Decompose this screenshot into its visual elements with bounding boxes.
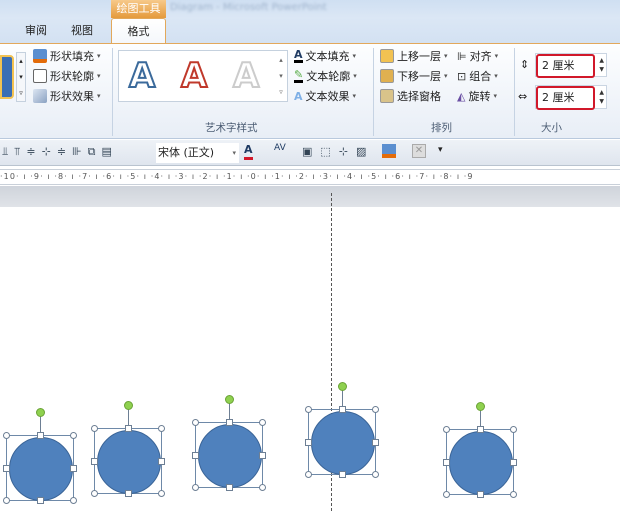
shape-height-input[interactable]: 2 厘米 ▲ ▼ (535, 53, 607, 78)
label: 文本效果 (305, 90, 350, 103)
font-value: 宋体 (正文) (158, 146, 215, 159)
wordart-gallery[interactable]: A A A (118, 50, 288, 102)
tab-review[interactable]: 审阅 (14, 18, 58, 44)
label: 形状效果 (50, 90, 94, 103)
label: 选择窗格 (397, 90, 441, 103)
picture-tool-icons[interactable]: ▣⬚⊹▨ (302, 145, 374, 158)
group-label-arrange: 排列 (431, 122, 452, 134)
gallery-scroll[interactable]: ▴ ▾ ▿ (16, 52, 26, 102)
shape-effects-button[interactable]: 形状效果 ▾ (33, 88, 101, 104)
divider (112, 48, 113, 136)
circle-shape[interactable] (305, 382, 379, 478)
shape-width-input[interactable]: 2 厘米 ▲ ▼ (535, 85, 607, 110)
window-title: Diagram - Microsoft PowerPoint (170, 2, 327, 13)
wordart-style-blue[interactable]: A (128, 55, 156, 97)
horizontal-ruler[interactable]: ·10· ı ·9· ı ·8· ı ·7· ı ·6· ı ·5· ı ·4·… (0, 169, 620, 185)
bring-forward-icon (380, 49, 394, 63)
rotate-button[interactable]: ◭ 旋转 ▾ (457, 88, 497, 104)
height-icon: ⇕ (520, 58, 530, 71)
text-outline-icon: ✎ (294, 68, 304, 83)
delete-icon[interactable]: ✕ (412, 144, 426, 158)
label: 对齐 (469, 50, 492, 63)
text-outline-button[interactable]: ✎ 文本轮廓 ▾ (294, 68, 357, 84)
shape-effects-icon (33, 89, 47, 103)
selection-pane-button[interactable]: 选择窗格 (380, 88, 441, 104)
fill-color-icon[interactable] (382, 144, 396, 158)
label: 旋转 (468, 90, 491, 103)
drawing-toolbar: ⫫⫪≑⊹≑⊪⧉▤ A AV ▣⬚⊹▨ ✕ ▾ (0, 140, 620, 166)
rotate-icon: ◭ (457, 89, 466, 103)
label: 文本轮廓 (306, 70, 351, 83)
rotation-handle[interactable] (36, 408, 45, 417)
tab-format[interactable]: 格式 (111, 18, 166, 44)
circle-shape[interactable] (443, 402, 517, 498)
send-backward-icon (380, 69, 394, 83)
label: 文本填充 (305, 50, 350, 63)
group-icon: ⊡ (457, 69, 467, 83)
circle-shape[interactable] (3, 408, 77, 504)
font-selector[interactable]: 宋体 (正文) ▾ (156, 143, 239, 163)
text-fill-icon: A (294, 48, 303, 63)
text-effects-button[interactable]: A 文本效果 ▾ (294, 88, 356, 104)
label: 上移一层 (397, 50, 441, 63)
width-spinner[interactable]: ▲ ▼ (599, 88, 604, 106)
height-value[interactable]: 2 厘米 (536, 54, 595, 78)
rotation-handle[interactable] (476, 402, 485, 411)
tab-view[interactable]: 视图 (60, 18, 104, 44)
group-label-wordart: 艺术字样式 (205, 122, 258, 134)
customize-toolbar-icon[interactable]: ▾ (438, 145, 443, 155)
send-backward-button[interactable]: 下移一层 ▾ (380, 68, 448, 84)
wordart-style-grey[interactable]: A (232, 55, 260, 97)
char-spacing-icon[interactable]: AV (274, 143, 286, 153)
wordart-style-red[interactable]: A (180, 55, 208, 97)
circle-shape[interactable] (192, 395, 266, 491)
text-fill-button[interactable]: A 文本填充 ▾ (294, 48, 356, 64)
label: 下移一层 (397, 70, 441, 83)
group-label-size: 大小 (541, 122, 562, 134)
context-tab-drawing-tools: 绘图工具 (111, 0, 166, 18)
pencil-icon (33, 69, 47, 83)
paint-bucket-icon (33, 49, 47, 63)
label: 形状填充 (50, 50, 94, 63)
text-effects-icon: A (294, 89, 303, 103)
rotation-handle[interactable] (225, 395, 234, 404)
rotation-handle[interactable] (338, 382, 347, 391)
rotation-handle[interactable] (124, 401, 133, 410)
font-color-icon[interactable]: A (244, 143, 253, 160)
align-button[interactable]: ⊫ 对齐 ▾ (457, 48, 498, 64)
circle-shape[interactable] (91, 401, 165, 497)
shape-style-preview[interactable] (0, 55, 14, 99)
label: 形状轮廓 (50, 70, 94, 83)
bring-forward-button[interactable]: 上移一层 ▾ (380, 48, 448, 64)
divider (514, 48, 515, 136)
width-value[interactable]: 2 厘米 (536, 86, 595, 110)
ruler-scale: ·10· ı ·9· ı ·8· ı ·7· ı ·6· ı ·5· ı ·4·… (0, 172, 474, 181)
group-button[interactable]: ⊡ 组合 ▾ (457, 68, 498, 84)
shape-fill-button[interactable]: 形状填充 ▾ (33, 48, 101, 64)
divider (373, 48, 374, 136)
height-spinner[interactable]: ▲ ▼ (599, 56, 604, 74)
selection-pane-icon (380, 89, 394, 103)
wordart-gallery-scroll[interactable]: ▴ ▾ ▿ (276, 52, 286, 102)
label: 组合 (469, 70, 492, 83)
alignment-tool-icons[interactable]: ⫫⫪≑⊹≑⊪⧉▤ (2, 145, 118, 159)
slide-margin (0, 186, 620, 207)
align-icon: ⊫ (457, 49, 467, 63)
shape-outline-button[interactable]: 形状轮廓 ▾ (33, 68, 101, 84)
width-icon: ⇔ (518, 90, 528, 103)
